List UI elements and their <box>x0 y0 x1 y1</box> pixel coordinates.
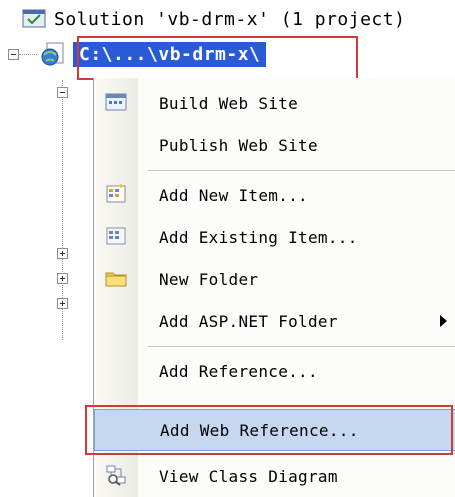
submenu-arrow-icon <box>440 315 447 327</box>
build-icon <box>105 93 127 111</box>
menu-item-label: Build Web Site <box>159 93 299 113</box>
child-collapse-expander[interactable] <box>57 87 68 98</box>
solution-icon <box>22 9 46 28</box>
folder-icon <box>105 272 127 287</box>
menu-item-build-web-site[interactable]: Build Web Site <box>94 82 455 124</box>
menu-item-add-reference[interactable]: Add Reference... <box>94 350 455 392</box>
menu-item-add-aspnet-folder[interactable]: Add ASP.NET Folder <box>94 300 455 342</box>
web-project-icon <box>41 42 64 66</box>
collapse-expander[interactable] <box>8 48 19 60</box>
child-expander-1[interactable] <box>57 248 68 259</box>
project-callout-box <box>77 36 358 80</box>
menu-item-view-class-diagram[interactable]: View Class Diagram <box>94 455 455 497</box>
solution-node[interactable]: Solution 'vb-drm-x' (1 project) <box>22 6 405 32</box>
solution-label: Solution 'vb-drm-x' (1 project) <box>54 8 406 30</box>
menu-separator <box>148 170 455 171</box>
new-item-icon <box>106 184 126 203</box>
menu-item-publish-web-site[interactable]: Publish Web Site <box>94 124 455 166</box>
menu-item-label: Publish Web Site <box>159 135 318 155</box>
tree-connector <box>19 53 37 55</box>
menu-item-label: New Folder <box>159 269 259 289</box>
menu-separator <box>148 346 455 347</box>
web-reference-callout-box <box>85 405 453 455</box>
menu-item-label: View Class Diagram <box>159 466 338 486</box>
child-expander-2[interactable] <box>57 273 68 284</box>
menu-item-label: Add Reference... <box>159 361 318 381</box>
menu-item-label: Add Existing Item... <box>159 227 358 247</box>
menu-item-new-folder[interactable]: New Folder <box>94 258 455 300</box>
menu-item-add-existing-item[interactable]: Add Existing Item... <box>94 216 455 258</box>
menu-item-label: Add ASP.NET Folder <box>159 311 338 331</box>
menu-item-add-new-item[interactable]: Add New Item... <box>94 174 455 216</box>
menu-item-label: Add New Item... <box>159 185 308 205</box>
class-diagram-icon <box>106 465 126 486</box>
child-expander-3[interactable] <box>57 298 68 309</box>
existing-item-icon <box>106 227 126 245</box>
